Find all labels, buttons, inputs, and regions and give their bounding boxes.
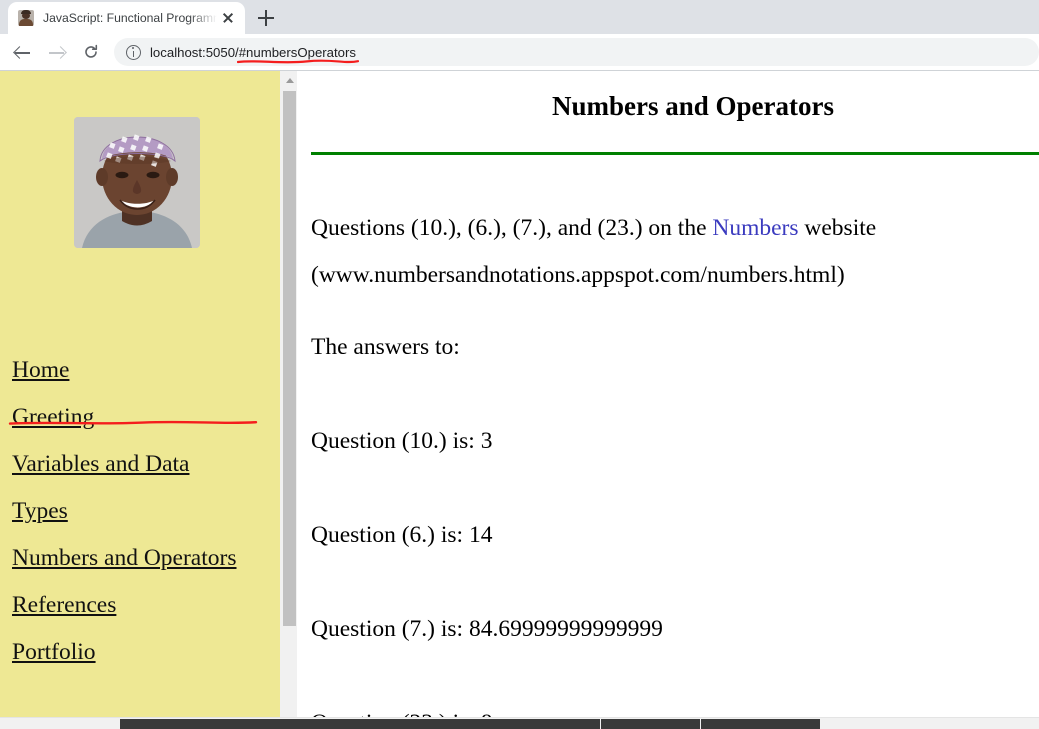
avatar: [74, 117, 200, 248]
tab-title: JavaScript: Functional Programmi: [43, 11, 217, 25]
main-content: Numbers and Operators Questions (10.), (…: [297, 71, 1039, 729]
horizontal-scrollbar[interactable]: [0, 717, 1039, 729]
sidebar-item-variables-and-data-types[interactable]: Variables and Data Types: [0, 441, 215, 535]
sidebar-item-numbers-and-operators[interactable]: Numbers and Operators: [0, 535, 280, 582]
address-bar[interactable]: localhost:5050/#numbersOperators: [114, 38, 1039, 66]
arrow-left-icon: [15, 45, 30, 60]
answer-line-q6: Question (6.) is: 14: [311, 521, 493, 548]
vertical-scrollbar-thumb[interactable]: [283, 91, 296, 626]
sidebar-item-references[interactable]: References: [0, 582, 280, 629]
answers-heading: The answers to:: [311, 333, 460, 360]
arrow-right-icon: [49, 45, 64, 60]
forward-button[interactable]: [42, 37, 72, 67]
numbers-website-link[interactable]: Numbers: [712, 215, 798, 241]
info-circle-icon[interactable]: [126, 44, 141, 60]
intro-text-after-link: website: [798, 214, 877, 241]
scroll-up-icon[interactable]: [281, 71, 298, 88]
browser-tab[interactable]: JavaScript: Functional Programmi: [8, 2, 245, 34]
sidebar-item-portfolio[interactable]: Portfolio: [0, 629, 280, 676]
sidebar: Home Greeting Variables and Data Types N…: [0, 71, 280, 729]
intro-text-before-link: Questions (10.), (6.), (7.), and (23.) o…: [311, 214, 713, 241]
close-icon[interactable]: [219, 9, 237, 27]
new-tab-icon[interactable]: [253, 5, 279, 31]
sidebar-item-home[interactable]: Home: [0, 347, 280, 394]
back-button[interactable]: [8, 37, 38, 67]
section-divider: [311, 152, 1039, 155]
sidebar-nav: Home Greeting Variables and Data Types N…: [0, 347, 280, 676]
page-viewport: Home Greeting Variables and Data Types N…: [0, 71, 1039, 729]
browser-window: JavaScript: Functional Programmi localho…: [0, 0, 1039, 729]
profile-avatar-favicon-icon: [18, 10, 34, 26]
address-bar-url: localhost:5050/#numbersOperators: [150, 44, 356, 60]
intro-paragraph: Questions (10.), (6.), (7.), and (23.) o…: [311, 205, 876, 252]
page-title: Numbers and Operators: [552, 91, 834, 122]
tab-strip: JavaScript: Functional Programmi: [0, 0, 1039, 34]
reload-icon: [83, 44, 99, 60]
browser-toolbar: localhost:5050/#numbersOperators: [0, 34, 1039, 71]
answer-line-q7: Question (7.) is: 84.69999999999999: [311, 615, 663, 642]
sidebar-item-greeting[interactable]: Greeting: [0, 394, 280, 441]
vertical-scrollbar[interactable]: [280, 71, 297, 729]
reload-button[interactable]: [76, 37, 106, 67]
intro-url-line: (www.numbersandnotations.appspot.com/num…: [311, 261, 845, 288]
answer-line-q10: Question (10.) is: 3: [311, 427, 493, 454]
horizontal-scrollbar-thumb[interactable]: [120, 719, 820, 729]
browser-chrome: JavaScript: Functional Programmi localho…: [0, 0, 1039, 71]
